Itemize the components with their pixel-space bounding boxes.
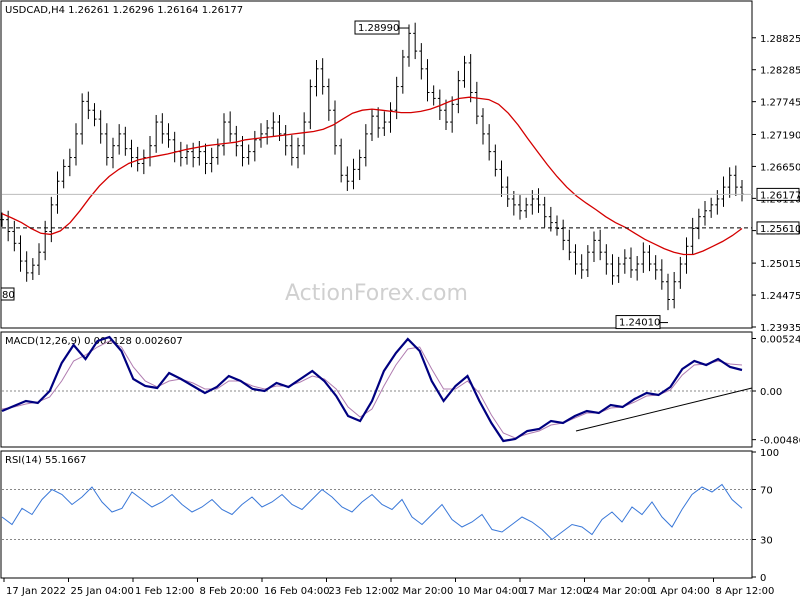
high-annotation: 1.28990 [354, 20, 409, 35]
x-tick-label: 17 Mar 12:00 [522, 586, 589, 597]
y-tick-label: 1.24475 [760, 291, 800, 302]
current-price-tag-label: 1.26177 [760, 190, 800, 201]
macd-line [1, 335, 743, 443]
x-tick-label: 10 Mar 04:00 [458, 586, 525, 597]
y-tick-label: -0.004865 [760, 436, 800, 447]
rsi-y-axis: 100 70 30 0 [752, 448, 779, 584]
x-tick-label: 1 Apr 04:00 [651, 586, 710, 597]
price-chart: USDCAD,H4 1.26261 1.26296 1.26164 1.2617… [0, 0, 800, 597]
watermark: ActionForex.com [285, 281, 468, 306]
rsi-title: RSI(14) 55.1667 [5, 455, 86, 466]
y-tick-label: 0.00 [760, 387, 782, 398]
y-tick-label: 1.28825 [760, 34, 800, 45]
y-tick-label: 1.27745 [760, 98, 800, 109]
rsi-panel: RSI(14) 55.1667 100 70 30 0 [0, 448, 779, 584]
x-tick-label: 17 Jan 2022 [6, 586, 66, 597]
x-tick-label: 8 Apr 12:00 [716, 586, 775, 597]
x-tick-label: 1 Feb 12:00 [135, 586, 194, 597]
y-tick-label: 1.28285 [760, 66, 800, 77]
support-level-tag: 1.25610 [756, 221, 800, 235]
time-axis: 17 Jan 2022 25 Jan 04:00 1 Feb 12:00 8 Feb … [3, 578, 775, 597]
main-panel: USDCAD,H4 1.26261 1.26296 1.26164 1.2617… [0, 0, 800, 334]
y-tick-label: 1.25015 [760, 259, 800, 270]
current-price-tag: 1.26177 [756, 187, 800, 201]
y-tick-label: 1.27190 [760, 130, 800, 141]
x-tick-label: 16 Feb 04:00 [264, 586, 330, 597]
high-annotation-label: 1.28990 [358, 23, 399, 34]
macd-panel: MACD(12,26,9) 0.002128 0.002607 0.005249… [0, 331, 800, 448]
rsi-panel-frame [0, 450, 753, 579]
y-tick-label: 30 [760, 536, 773, 547]
x-tick-label: 25 Jan 04:00 [71, 586, 134, 597]
low-annotation: 1.24010 [615, 315, 668, 330]
main-panel-frame [0, 0, 753, 329]
y-tick-label: 70 [760, 486, 773, 497]
low-annotation-label: 1.24010 [619, 318, 660, 329]
chart-header: USDCAD,H4 1.26261 1.26296 1.26164 1.2617… [5, 5, 243, 16]
x-tick-label: 24 Mar 20:00 [587, 586, 654, 597]
y-tick-label: 0.005249 [760, 335, 800, 346]
x-tick-label: 23 Feb 12:00 [329, 586, 395, 597]
support-level-tag-label: 1.25610 [760, 224, 800, 235]
left-edge-tag: 80 [0, 287, 15, 301]
y-tick-label: 1.23935 [760, 323, 800, 334]
x-tick-label: 2 Mar 20:00 [393, 586, 453, 597]
macd-y-axis: 0.005249 0.00 -0.004865 [752, 335, 800, 447]
left-edge-tag-label: 80 [2, 290, 15, 301]
rsi-line [1, 483, 743, 541]
main-y-axis: 1.28825 1.28285 1.27745 1.27190 1.26650 1.261… [752, 34, 800, 334]
ohlc-bars [0, 22, 744, 311]
y-tick-label: 100 [760, 448, 779, 459]
y-tick-label: 0 [760, 573, 766, 584]
y-tick-label: 1.26650 [760, 162, 800, 173]
macd-signal-line [1, 340, 743, 439]
x-tick-label: 8 Feb 20:00 [200, 586, 259, 597]
